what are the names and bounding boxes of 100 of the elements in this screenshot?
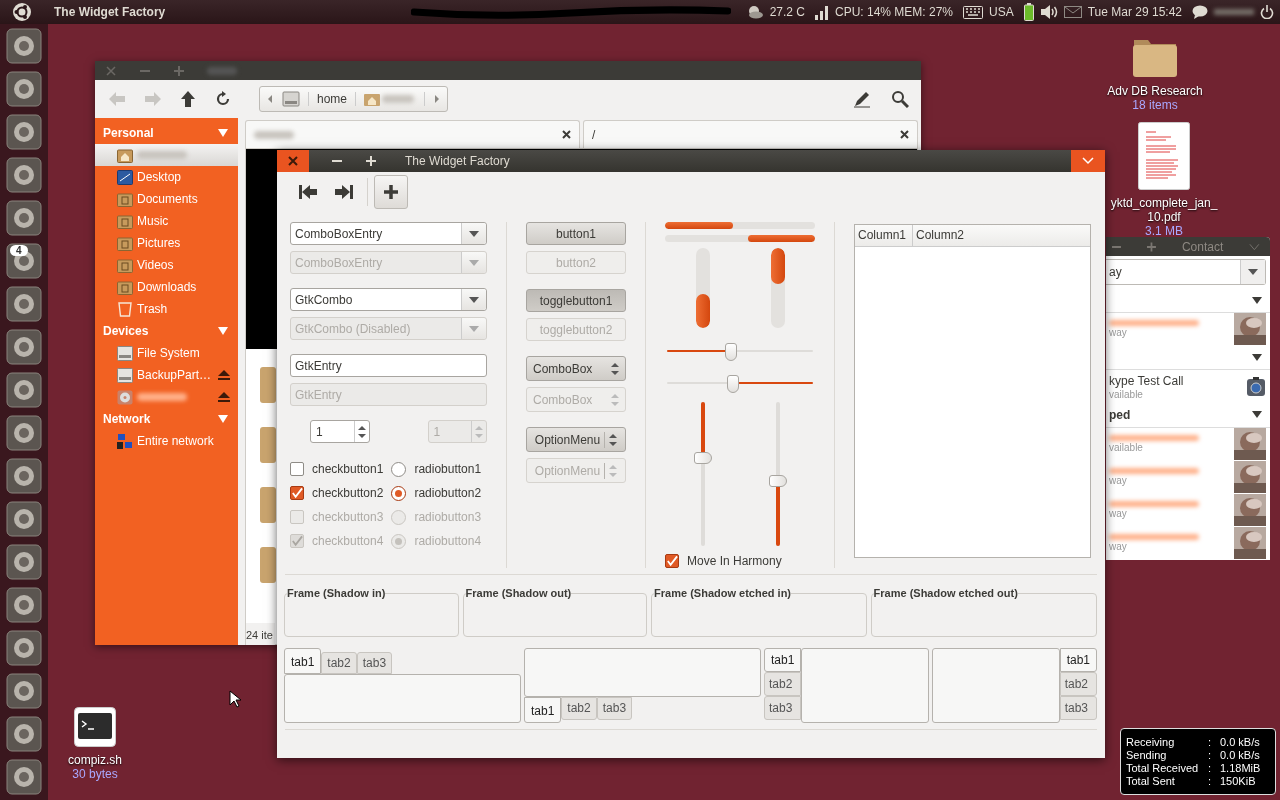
browser-tab[interactable]: / — [583, 120, 918, 148]
up-arrow-icon[interactable] — [181, 91, 195, 107]
push-button[interactable]: togglebutton1 — [526, 289, 626, 312]
tab[interactable]: tab1 — [524, 697, 562, 723]
app-launcher-icon[interactable] — [6, 501, 42, 537]
collapse-triangle-icon[interactable] — [218, 327, 228, 335]
terminal-icon[interactable] — [74, 707, 116, 747]
app-launcher-icon[interactable] — [6, 200, 42, 236]
tab[interactable]: tab3 — [356, 652, 393, 674]
app-launcher-icon[interactable] — [6, 544, 42, 580]
system-load[interactable]: CPU: 14% MEM: 27% — [835, 5, 954, 19]
tab[interactable]: tab3 — [764, 696, 802, 720]
app-launcher-icon[interactable] — [6, 415, 42, 451]
tab[interactable]: tab2 — [321, 652, 357, 674]
close-button[interactable] — [277, 150, 309, 172]
app-launcher-icon[interactable] — [6, 673, 42, 709]
keyboard-layout[interactable]: USA — [989, 5, 1014, 19]
radio-button[interactable] — [391, 461, 407, 477]
expand-triangle-icon[interactable] — [1252, 411, 1262, 419]
slider-thumb[interactable] — [725, 342, 738, 361]
collapse-triangle-icon[interactable] — [218, 129, 228, 137]
keyboard-icon[interactable] — [963, 5, 984, 19]
sidebar-item[interactable]: Videos — [95, 254, 238, 276]
sidebar-item[interactable]: Documents — [95, 188, 238, 210]
eject-icon[interactable] — [218, 391, 230, 403]
app-launcher-icon[interactable] — [6, 630, 42, 666]
app-launcher-icon[interactable]: 4 — [6, 243, 42, 279]
folder-icon — [117, 213, 133, 229]
volume-icon[interactable] — [1039, 5, 1058, 19]
tab[interactable]: tab2 — [561, 697, 597, 720]
app-launcher-icon[interactable] — [6, 286, 42, 322]
right-arrow-icon[interactable] — [433, 94, 442, 104]
combo-box-entry[interactable]: GtkCombo — [290, 288, 487, 311]
status-dropdown[interactable]: ay — [1106, 259, 1266, 286]
slider-thumb[interactable] — [768, 475, 787, 488]
tab[interactable]: tab2 — [1059, 672, 1097, 696]
spin-button[interactable]: 1 — [310, 420, 370, 443]
clock[interactable]: Tue Mar 29 15:42 — [1087, 5, 1182, 19]
app-launcher-icon[interactable] — [6, 28, 42, 64]
sidebar-item[interactable]: BackupPart… — [95, 364, 238, 386]
sidebar-item[interactable]: Entire network — [95, 430, 238, 452]
tab[interactable]: tab1 — [284, 648, 322, 674]
path-crumb[interactable]: home — [308, 92, 357, 106]
power-icon[interactable] — [1260, 5, 1274, 19]
skip-to-end-icon[interactable] — [335, 185, 353, 199]
search-icon[interactable] — [891, 90, 909, 108]
mail-icon[interactable] — [1063, 6, 1082, 18]
app-launcher-icon[interactable] — [6, 458, 42, 494]
slider-thumb[interactable] — [693, 452, 712, 465]
expand-triangle-icon[interactable] — [1252, 354, 1262, 362]
tab[interactable]: tab1 — [1059, 648, 1097, 672]
ubuntu-logo-icon[interactable] — [12, 2, 32, 22]
sidebar-item[interactable]: File System — [95, 342, 238, 364]
sidebar-item[interactable]: Downloads — [95, 276, 238, 298]
option-menu[interactable]: OptionMenu — [526, 427, 626, 452]
app-launcher-icon[interactable] — [6, 759, 42, 795]
column-header[interactable]: Column1 — [855, 225, 912, 246]
close-icon[interactable] — [562, 130, 571, 139]
column-header[interactable]: Column2 — [912, 225, 968, 246]
push-button[interactable]: button1 — [526, 222, 626, 245]
app-launcher-icon[interactable] — [6, 114, 42, 150]
battery-icon[interactable] — [1023, 3, 1034, 21]
combo-box[interactable]: ComboBox — [526, 356, 626, 381]
checkbox[interactable] — [665, 554, 679, 568]
skip-to-start-icon[interactable] — [299, 185, 317, 199]
sidebar-item[interactable]: Trash — [95, 298, 238, 320]
expand-triangle-icon[interactable] — [1252, 296, 1262, 304]
app-launcher-icon[interactable] — [6, 372, 42, 408]
slider-thumb[interactable] — [726, 374, 739, 393]
app-launcher-icon[interactable] — [6, 157, 42, 193]
sidebar-item[interactable]: Pictures — [95, 232, 238, 254]
checkbox[interactable] — [290, 462, 304, 476]
sidebar-item[interactable]: Music — [95, 210, 238, 232]
drive-icon[interactable] — [282, 91, 300, 107]
tab[interactable]: tab1 — [764, 648, 802, 672]
add-button[interactable] — [374, 175, 408, 209]
close-icon[interactable] — [900, 130, 909, 139]
app-launcher-icon[interactable] — [6, 716, 42, 752]
chat-bubble-icon[interactable] — [1192, 5, 1208, 19]
left-arrow-icon[interactable] — [266, 94, 274, 104]
document-thumbnail-icon[interactable] — [1138, 122, 1190, 190]
collapse-triangle-icon[interactable] — [218, 415, 228, 423]
pencil-icon[interactable] — [853, 90, 871, 108]
reload-icon[interactable] — [215, 91, 231, 107]
app-launcher-icon[interactable] — [6, 587, 42, 623]
tab[interactable]: tab2 — [764, 672, 802, 696]
radio-button[interactable] — [391, 485, 407, 501]
app-launcher-icon[interactable] — [6, 71, 42, 107]
signal-bars-icon[interactable] — [815, 4, 829, 20]
blurred-text — [137, 393, 187, 401]
sidebar-item[interactable]: Desktop — [95, 166, 238, 188]
tab[interactable]: tab3 — [1059, 696, 1097, 720]
contact-row[interactable]: kype Test Call vailable — [1106, 370, 1270, 404]
eject-icon[interactable] — [218, 369, 230, 381]
app-launcher-icon[interactable] — [6, 329, 42, 365]
checkbox[interactable] — [290, 486, 304, 500]
combo-box-entry[interactable]: ComboBoxEntry — [290, 222, 487, 245]
tab[interactable]: tab3 — [596, 697, 633, 720]
temperature[interactable]: 27.2 C — [769, 5, 805, 19]
text-entry[interactable]: GtkEntry — [290, 354, 487, 377]
